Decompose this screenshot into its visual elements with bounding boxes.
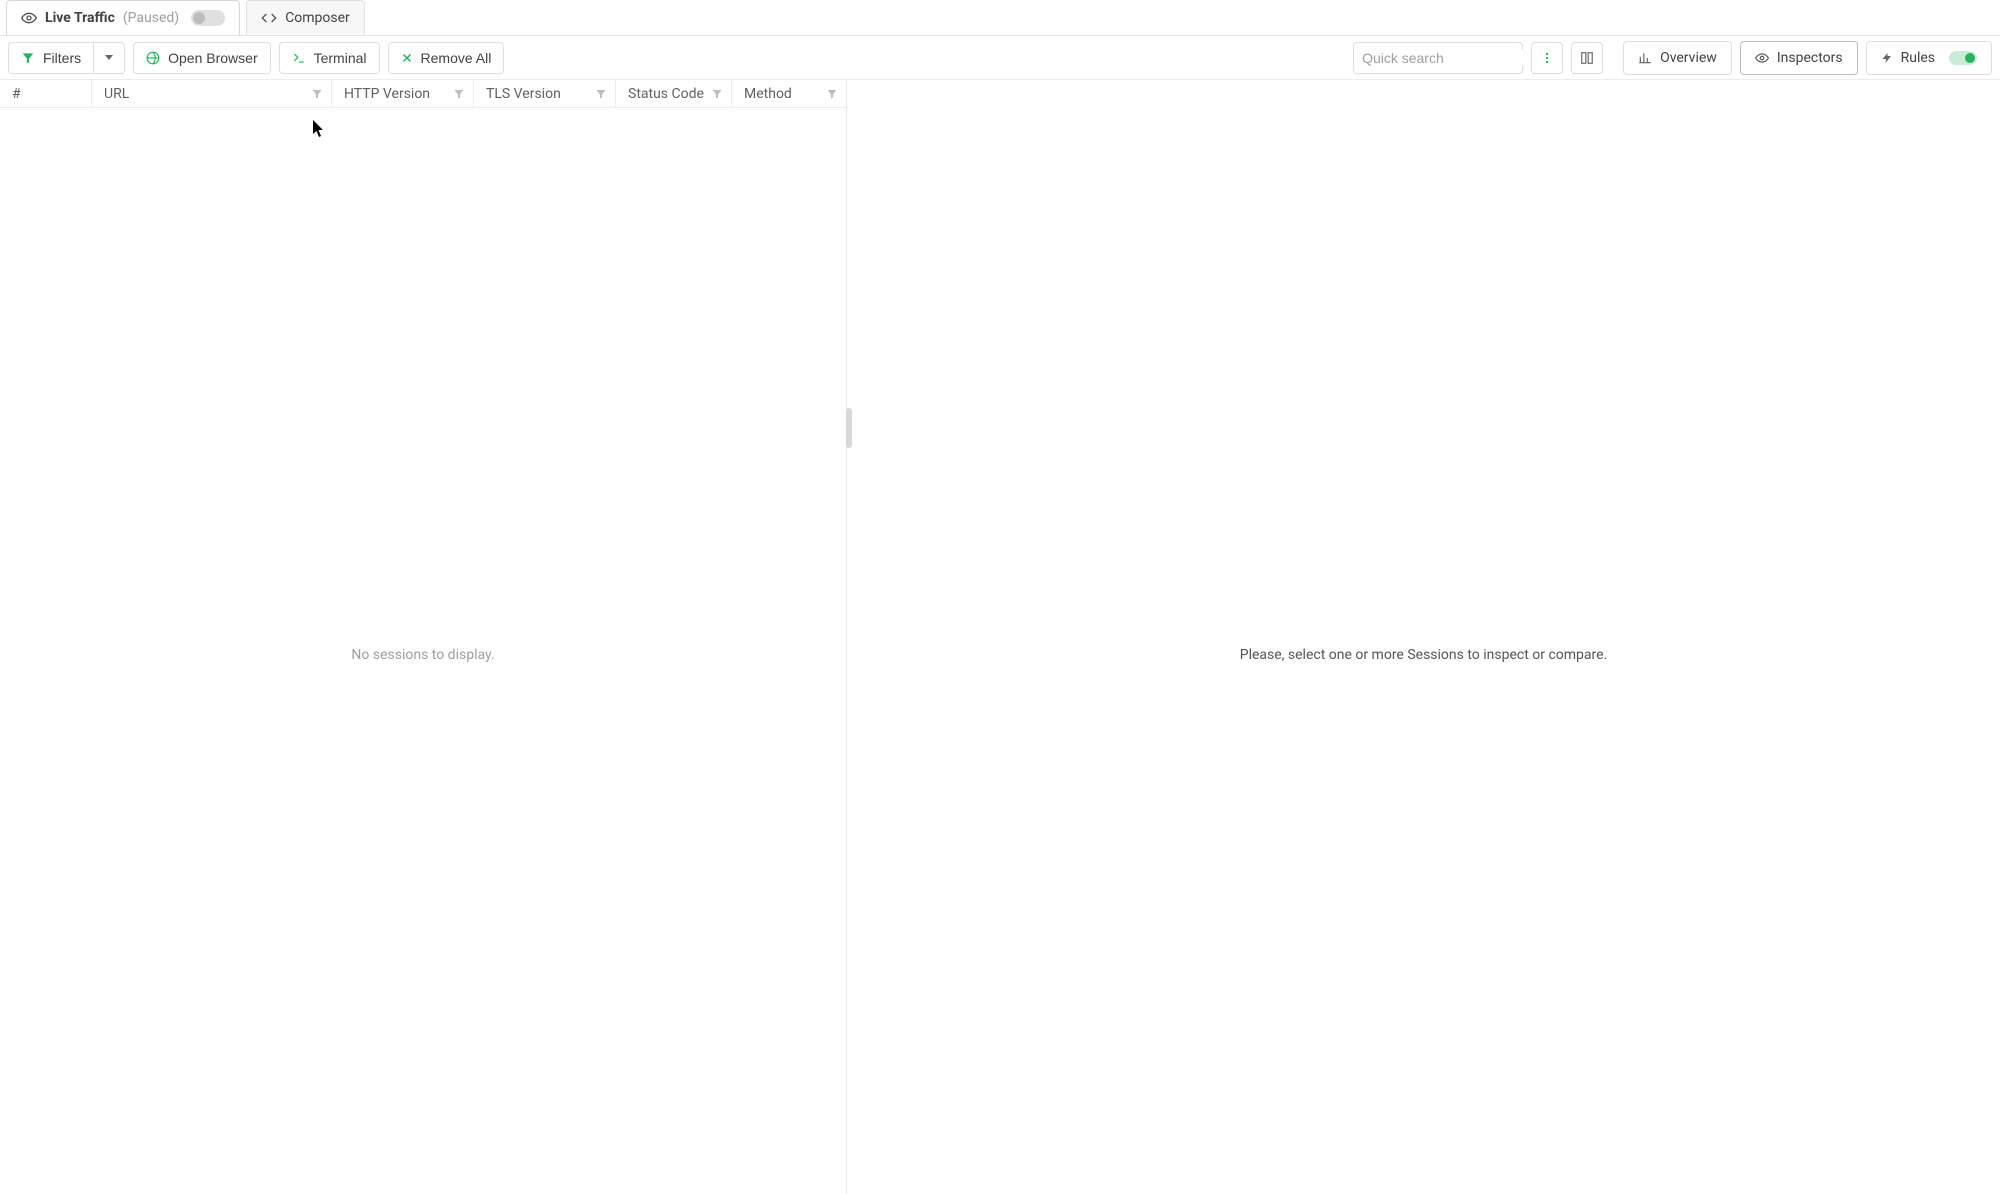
tab-live-traffic-status: (Paused) — [123, 10, 179, 26]
live-traffic-toggle[interactable] — [191, 10, 225, 26]
sessions-pane: # URL HTTP Version TLS Version — [0, 80, 847, 1194]
filters-group: Filters — [8, 42, 125, 74]
quick-search-input[interactable] — [1362, 50, 1543, 66]
tab-composer[interactable]: Composer — [246, 0, 365, 35]
more-vertical-icon — [1540, 51, 1554, 65]
filter-icon[interactable] — [453, 88, 465, 100]
column-tls-version[interactable]: TLS Version — [474, 80, 616, 108]
toolbar: Filters Open Browser Terminal Remove All — [0, 36, 2000, 80]
inspector-empty-message: Please, select one or more Sessions to i… — [847, 647, 2000, 663]
filters-button[interactable]: Filters — [8, 42, 93, 74]
close-icon — [401, 52, 413, 64]
column-number[interactable]: # — [0, 80, 92, 108]
column-method[interactable]: Method — [732, 80, 846, 108]
eye-icon — [1755, 51, 1769, 65]
inspector-pane: Please, select one or more Sessions to i… — [847, 80, 2000, 1194]
tab-live-traffic[interactable]: Live Traffic (Paused) — [6, 0, 240, 35]
inspectors-label: Inspectors — [1777, 50, 1843, 66]
bolt-icon — [1881, 51, 1893, 65]
terminal-icon — [292, 51, 306, 65]
terminal-button[interactable]: Terminal — [279, 42, 380, 74]
filter-icon[interactable] — [311, 88, 323, 100]
tab-live-traffic-label: Live Traffic — [45, 10, 115, 26]
eye-icon — [21, 10, 37, 26]
column-http-version-label: HTTP Version — [344, 86, 430, 102]
overview-tab[interactable]: Overview — [1623, 41, 1732, 75]
remove-all-button[interactable]: Remove All — [388, 42, 505, 74]
sessions-table-head: # URL HTTP Version TLS Version — [0, 80, 846, 108]
tab-composer-label: Composer — [285, 10, 350, 26]
rules-label: Rules — [1901, 50, 1935, 66]
layout-icon — [1580, 51, 1594, 65]
filter-icon — [21, 51, 35, 65]
layout-button[interactable] — [1571, 42, 1603, 74]
more-options-button[interactable] — [1531, 42, 1563, 74]
pane-resize-handle[interactable] — [846, 408, 852, 448]
quick-search[interactable] — [1353, 42, 1523, 74]
column-url[interactable]: URL — [92, 80, 332, 108]
terminal-label: Terminal — [314, 50, 367, 66]
filter-icon[interactable] — [595, 88, 607, 100]
caret-down-icon — [105, 55, 113, 60]
column-url-label: URL — [104, 86, 129, 102]
open-browser-button[interactable]: Open Browser — [133, 42, 270, 74]
chart-icon — [1638, 51, 1652, 65]
main-split: # URL HTTP Version TLS Version — [0, 80, 2000, 1194]
remove-all-label: Remove All — [421, 50, 492, 66]
filters-dropdown[interactable] — [93, 42, 125, 74]
column-status-code[interactable]: Status Code — [616, 80, 732, 108]
inspectors-tab[interactable]: Inspectors — [1740, 41, 1858, 75]
column-method-label: Method — [744, 86, 792, 102]
filter-icon[interactable] — [826, 88, 838, 100]
rules-toggle[interactable] — [1949, 51, 1977, 65]
code-icon — [261, 10, 277, 26]
column-status-code-label: Status Code — [628, 86, 704, 102]
filters-label: Filters — [43, 50, 81, 66]
open-browser-label: Open Browser — [168, 50, 257, 66]
top-tabs: Live Traffic (Paused) Composer — [0, 0, 2000, 36]
column-tls-version-label: TLS Version — [486, 86, 561, 102]
right-view-tabs: Overview Inspectors Rules — [1623, 41, 1992, 75]
browser-icon — [146, 51, 160, 65]
rules-tab[interactable]: Rules — [1866, 41, 1992, 75]
column-number-label: # — [12, 86, 21, 102]
empty-sessions-message: No sessions to display. — [0, 647, 846, 663]
overview-label: Overview — [1660, 50, 1717, 66]
column-http-version[interactable]: HTTP Version — [332, 80, 474, 108]
filter-icon[interactable] — [711, 88, 723, 100]
